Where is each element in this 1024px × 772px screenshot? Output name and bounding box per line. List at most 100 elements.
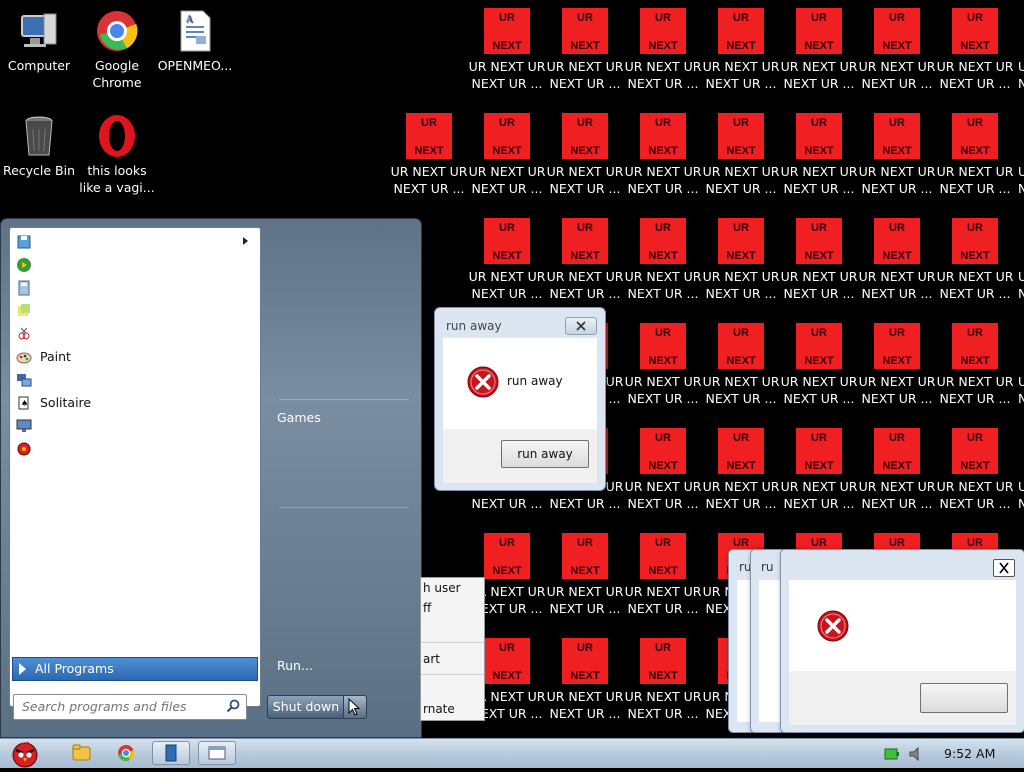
- desktop-icon-label: UR NEXT UR NEXT UR ...: [624, 584, 702, 616]
- taskbar-clock[interactable]: 9:52 AM: [944, 746, 995, 761]
- start-menu-item[interactable]: [14, 438, 254, 460]
- desktop-icon[interactable]: this looks like a vagi...: [78, 113, 156, 196]
- ur-next-icon[interactable]: UR NEXT: [640, 218, 686, 264]
- ur-next-icon[interactable]: UR NEXT: [562, 8, 608, 54]
- start-menu-item[interactable]: Paint: [14, 346, 254, 368]
- ur-next-icon[interactable]: UR NEXT: [640, 638, 686, 684]
- ur-next-icon[interactable]: UR NEXT: [718, 428, 764, 474]
- log-off-item[interactable]: ff: [423, 601, 431, 615]
- dialog-ok-button[interactable]: [920, 683, 1008, 713]
- ur-next-icon[interactable]: UR NEXT: [562, 638, 608, 684]
- hibernate-item[interactable]: rnate: [423, 702, 455, 716]
- ur-tile-bottom-text: NEXT: [882, 40, 912, 52]
- shut-down-options-button[interactable]: [343, 695, 367, 719]
- ur-next-icon[interactable]: UR NEXT: [796, 113, 842, 159]
- start-menu-item[interactable]: [14, 323, 254, 345]
- ur-next-icon[interactable]: UR NEXT: [718, 8, 764, 54]
- start-menu-item[interactable]: [14, 277, 254, 299]
- ur-tile-bottom-text: NEXT: [882, 460, 912, 472]
- ur-next-icon[interactable]: UR NEXT: [796, 323, 842, 369]
- ur-next-icon[interactable]: UR NEXT: [874, 8, 920, 54]
- ur-next-icon[interactable]: UR NEXT: [484, 218, 530, 264]
- desktop-icon-label: UR NEXT UR NEXT UR ...: [858, 59, 936, 91]
- start-menu-item[interactable]: [14, 369, 254, 391]
- ur-next-icon[interactable]: UR NEXT: [484, 533, 530, 579]
- ur-next-icon[interactable]: UR NEXT: [952, 113, 998, 159]
- dialog-close-button[interactable]: [565, 317, 597, 335]
- ur-next-icon[interactable]: UR NEXT: [718, 113, 764, 159]
- ur-next-icon[interactable]: UR NEXT: [484, 638, 530, 684]
- ur-next-icon[interactable]: UR NEXT: [640, 533, 686, 579]
- desktop-icon-label: UR NEXT UR NEXT UR ...: [936, 479, 1014, 511]
- desktop-icon-label: UR NEXT UR NEXT UR ...: [1018, 479, 1024, 511]
- ur-tile-top-text: UR: [811, 12, 827, 24]
- start-menu-item[interactable]: ♠ Solitaire: [14, 392, 254, 414]
- ur-next-icon[interactable]: UR NEXT: [562, 113, 608, 159]
- ur-tile-top-text: UR: [967, 327, 983, 339]
- ur-next-icon[interactable]: UR NEXT: [640, 113, 686, 159]
- ur-next-icon[interactable]: UR NEXT: [874, 113, 920, 159]
- start-menu-item[interactable]: [14, 415, 254, 437]
- desktop-icon[interactable]: Google Chrome: [78, 8, 156, 91]
- start-menu-item[interactable]: [14, 231, 254, 253]
- desktop-icon-label: UR NEXT UR NEXT UR ...: [780, 164, 858, 196]
- run-link[interactable]: Run...: [277, 658, 313, 673]
- ur-next-icon[interactable]: UR NEXT: [640, 428, 686, 474]
- desktop-icon-label: UR NEXT UR NEXT UR ...: [780, 59, 858, 91]
- desktop-icon[interactable]: Computer: [0, 8, 78, 74]
- all-programs-button[interactable]: All Programs: [12, 657, 258, 681]
- ur-next-icon[interactable]: UR NEXT: [796, 218, 842, 264]
- explorer-taskbar-button[interactable]: [62, 741, 100, 765]
- ur-next-icon[interactable]: UR NEXT: [484, 8, 530, 54]
- start-menu-item[interactable]: [14, 254, 254, 276]
- dialog-body: run away: [443, 338, 597, 429]
- ur-tile-top-text: UR: [811, 222, 827, 234]
- start-search-input[interactable]: [20, 698, 220, 715]
- ur-tile-bottom-text: NEXT: [570, 565, 600, 577]
- ur-tile-top-text: UR: [889, 222, 905, 234]
- ur-next-icon[interactable]: UR NEXT: [406, 113, 452, 159]
- search-icon[interactable]: [226, 699, 240, 713]
- dialog-taskbar-button[interactable]: [198, 741, 236, 765]
- ur-next-icon[interactable]: UR NEXT: [796, 8, 842, 54]
- run-away-button[interactable]: run away: [501, 440, 589, 468]
- switch-user-item[interactable]: h user: [423, 581, 461, 595]
- start-search-box[interactable]: [13, 694, 247, 720]
- restart-item[interactable]: art: [423, 652, 440, 666]
- ur-next-icon[interactable]: UR NEXT: [796, 428, 842, 474]
- ur-next-icon[interactable]: UR NEXT: [562, 533, 608, 579]
- ur-next-icon[interactable]: UR NEXT: [484, 113, 530, 159]
- ur-next-icon[interactable]: UR NEXT: [874, 218, 920, 264]
- ur-next-icon[interactable]: UR NEXT: [952, 428, 998, 474]
- ur-next-icon[interactable]: UR NEXT: [640, 323, 686, 369]
- speaker-icon[interactable]: [908, 747, 926, 761]
- dialog-close-button[interactable]: [993, 559, 1015, 577]
- ur-tile-top-text: UR: [499, 117, 515, 129]
- chrome-icon: [94, 8, 140, 54]
- ur-next-icon[interactable]: UR NEXT: [952, 8, 998, 54]
- ur-next-icon[interactable]: UR NEXT: [562, 218, 608, 264]
- ur-next-icon[interactable]: UR NEXT: [718, 323, 764, 369]
- games-link[interactable]: Games: [277, 410, 321, 425]
- ur-next-icon[interactable]: UR NEXT: [952, 323, 998, 369]
- ur-tile-top-text: UR: [967, 222, 983, 234]
- ur-next-icon[interactable]: UR NEXT: [874, 323, 920, 369]
- shut-down-button[interactable]: Shut down: [267, 695, 345, 719]
- ur-next-icon[interactable]: UR NEXT: [640, 8, 686, 54]
- chrome-taskbar-button[interactable]: [107, 741, 145, 765]
- ur-next-icon[interactable]: UR NEXT: [952, 218, 998, 264]
- desktop-icon-label: UR NEXT UR NEXT UR ...: [546, 689, 624, 721]
- ur-next-icon[interactable]: UR NEXT: [718, 218, 764, 264]
- battery-icon[interactable]: [884, 748, 900, 760]
- app-window-icon: [165, 744, 177, 762]
- desktop-icon[interactable]: A OPENMEO...: [156, 8, 234, 74]
- desktop-icon-label: UR NEXT UR NEXT UR ...: [468, 269, 546, 301]
- ur-next-icon[interactable]: UR NEXT: [874, 428, 920, 474]
- ur-tile-top-text: UR: [733, 432, 749, 444]
- app-taskbar-button[interactable]: [152, 741, 190, 765]
- ur-tile-top-text: UR: [733, 117, 749, 129]
- svg-text:A: A: [185, 15, 193, 25]
- start-menu-item[interactable]: [14, 300, 254, 322]
- desktop-icon[interactable]: Recycle Bin: [0, 113, 78, 179]
- start-button[interactable]: [2, 739, 48, 768]
